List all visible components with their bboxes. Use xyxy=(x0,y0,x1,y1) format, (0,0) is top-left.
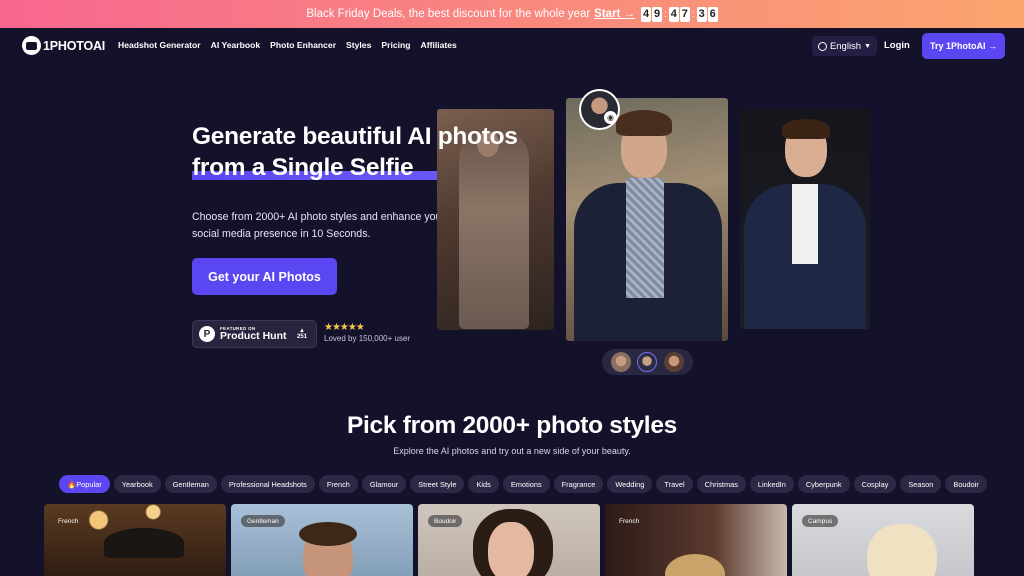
rating-stars-icon: ★★★★★ xyxy=(324,322,365,333)
nav-item-photo-enhancer[interactable]: Photo Enhancer xyxy=(270,40,336,50)
hero-photo-center xyxy=(566,98,728,341)
hero-title: Generate beautiful AI photos from a Sing… xyxy=(192,121,552,183)
selfie-avatar xyxy=(579,89,620,130)
avatar-thumb[interactable] xyxy=(611,352,632,372)
style-card-tag: Gentleman xyxy=(241,515,285,527)
chip-wedding[interactable]: Wedding xyxy=(607,475,653,493)
producthunt-votes: ▲ 251 xyxy=(297,328,307,340)
nav-item-headshot-generator[interactable]: Headshot Generator xyxy=(118,40,201,50)
chip-french[interactable]: French xyxy=(318,475,358,493)
countdown-digit: 9 xyxy=(652,6,663,22)
chip-popular[interactable]: 🔥Popular xyxy=(59,475,110,493)
try-button[interactable]: Try 1PhotoAI → xyxy=(922,33,1005,59)
site-logo[interactable]: 1PHOTOAI xyxy=(22,36,105,55)
promo-bar: Black Friday Deals, the best discount fo… xyxy=(0,0,1024,28)
chip-travel[interactable]: Travel xyxy=(656,475,693,493)
chip-fragrance[interactable]: Fragrance xyxy=(553,475,604,493)
hero-photo-right xyxy=(740,109,870,329)
chip-glamour[interactable]: Glamour xyxy=(361,475,407,493)
countdown-digit: 4 xyxy=(668,6,679,22)
avatar-switcher xyxy=(602,349,693,375)
chip-street-style[interactable]: Street Style xyxy=(410,475,465,493)
style-card-french-2[interactable]: French xyxy=(605,504,787,576)
nav-item-ai-yearbook[interactable]: AI Yearbook xyxy=(211,40,261,50)
style-card-boudoir[interactable]: Boudoir xyxy=(418,504,600,576)
styles-section-title: Pick from 2000+ photo styles xyxy=(347,412,677,439)
style-card-french[interactable]: French xyxy=(44,504,226,576)
style-cards: French Gentleman Boudoir French Campus xyxy=(44,504,974,576)
hero-subtitle: Choose from 2000+ AI photo styles and en… xyxy=(192,211,445,240)
producthunt-name: Product Hunt xyxy=(220,330,287,342)
get-ai-photos-button[interactable]: Get your AI Photos xyxy=(192,258,337,295)
chip-linkedin[interactable]: LinkedIn xyxy=(749,475,794,493)
chip-professional-headshots[interactable]: Professional Headshots xyxy=(220,475,315,493)
main-menu: Headshot Generator AI Yearbook Photo Enh… xyxy=(118,40,457,50)
style-card-gentleman[interactable]: Gentleman xyxy=(231,504,413,576)
chip-gentleman[interactable]: Gentleman xyxy=(164,475,217,493)
logo-text: 1PHOTOAI xyxy=(43,38,106,53)
style-card-tag: French xyxy=(58,517,79,525)
countdown-digit: 7 xyxy=(679,6,690,22)
chip-yearbook[interactable]: Yearbook xyxy=(113,475,161,493)
style-card-tag: Boudoir xyxy=(428,515,463,527)
promo-text: Black Friday Deals, the best discount fo… xyxy=(306,8,591,20)
chip-christmas[interactable]: Christmas xyxy=(696,475,746,493)
promo-start-link[interactable]: Start → xyxy=(594,8,635,20)
top-navigation: 1PHOTOAI Headshot Generator AI Yearbook … xyxy=(0,28,1024,64)
producthunt-vote-count: 251 xyxy=(296,334,307,340)
styles-section-subtitle: Explore the AI photos and try out a new … xyxy=(393,446,631,456)
chip-kids[interactable]: Kids xyxy=(468,475,499,493)
avatar-thumb-selected[interactable] xyxy=(637,352,658,372)
language-selector[interactable]: English ▼ xyxy=(812,36,877,56)
producthunt-text: FEATURED ON Product Hunt xyxy=(220,326,287,342)
nav-item-pricing[interactable]: Pricing xyxy=(381,40,410,50)
nav-item-affiliates[interactable]: Affiliates xyxy=(421,40,457,50)
chevron-down-icon: ▼ xyxy=(864,42,872,50)
countdown-timer: 4 9 : 4 7 : 3 6 xyxy=(641,6,718,22)
style-card-tag: Campus xyxy=(802,515,839,527)
chip-emotions[interactable]: Emotions xyxy=(502,475,550,493)
style-card-campus[interactable]: Campus xyxy=(792,504,974,576)
countdown-separator: : xyxy=(664,8,667,20)
countdown-digit: 4 xyxy=(641,6,652,22)
countdown-separator: : xyxy=(691,8,695,20)
nav-item-styles[interactable]: Styles xyxy=(346,40,371,50)
producthunt-icon: P xyxy=(199,326,215,342)
style-filter-chips: 🔥Popular Yearbook Gentleman Professional… xyxy=(59,475,987,493)
style-card-tag: French xyxy=(619,517,640,525)
producthunt-badge[interactable]: P FEATURED ON Product Hunt ▲ 251 xyxy=(192,320,317,348)
countdown-digit: 6 xyxy=(707,6,718,22)
avatar-thumb[interactable] xyxy=(663,352,684,372)
camera-icon: ◉ xyxy=(604,111,617,124)
login-link[interactable]: Login xyxy=(884,40,910,51)
loved-by-text: Loved by 150,000+ user xyxy=(324,334,411,343)
globe-icon xyxy=(817,41,827,51)
hero-title-line1: Generate beautiful AI photos xyxy=(192,123,518,150)
chip-cyberpunk[interactable]: Cyberpunk xyxy=(797,475,850,493)
language-label: English xyxy=(829,40,862,52)
camera-logo-icon xyxy=(22,36,41,55)
chip-season[interactable]: Season xyxy=(900,475,942,493)
chip-boudoir[interactable]: Boudoir xyxy=(945,475,987,493)
countdown-digit: 3 xyxy=(696,6,707,22)
hero-title-line2: from a Single Selfie xyxy=(192,154,414,181)
chip-cosplay[interactable]: Cosplay xyxy=(853,475,897,493)
